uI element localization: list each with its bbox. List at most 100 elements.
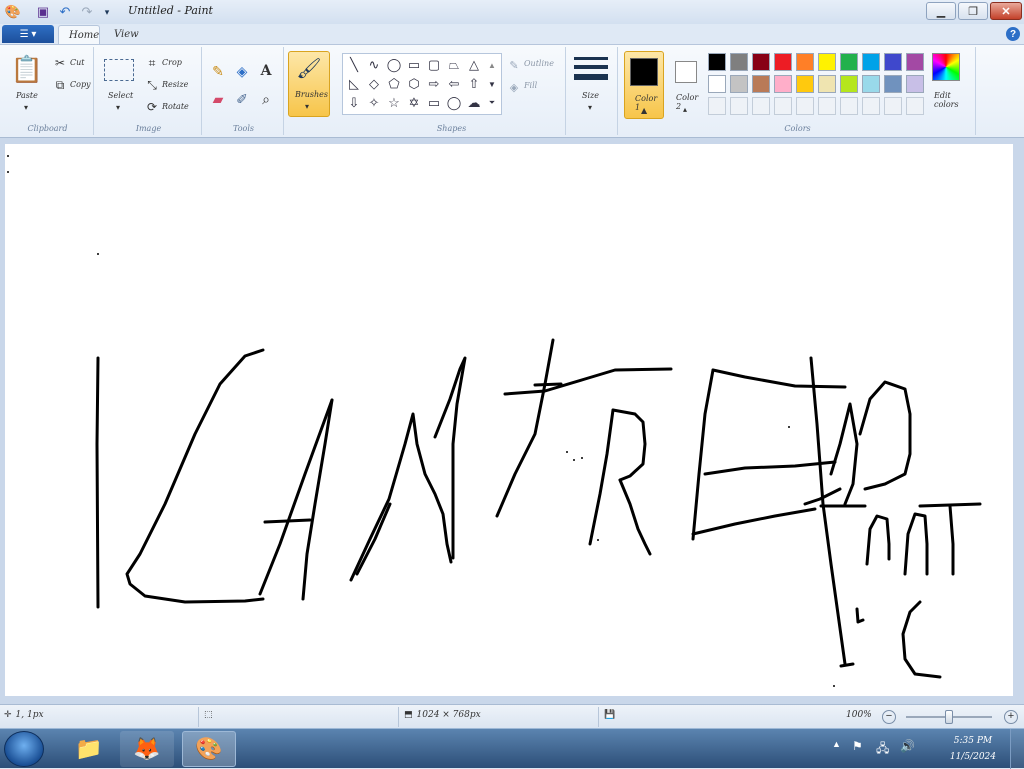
palette-color-swatch[interactable] — [818, 53, 836, 71]
custom-color-slot[interactable] — [862, 97, 880, 115]
down-arrow-shape-icon[interactable]: ⇩ — [345, 94, 363, 112]
paste-icon[interactable]: 📋 — [11, 53, 43, 85]
redo-icon[interactable]: ↷ — [78, 3, 96, 21]
custom-color-slot[interactable] — [840, 97, 858, 115]
zoom-in-button[interactable]: + — [1004, 710, 1018, 724]
clock[interactable]: 5:35 PM 11/5/2024 — [950, 733, 996, 765]
paint-taskbar-icon[interactable]: 🎨 — [182, 731, 236, 767]
outline-icon[interactable]: ✎ — [504, 55, 524, 75]
edit-colors-label[interactable]: Edit colors — [934, 91, 975, 109]
crop-icon[interactable]: ⌗ — [142, 53, 162, 73]
fill-icon[interactable]: ◈ — [232, 61, 252, 81]
custom-color-slot[interactable] — [796, 97, 814, 115]
rectangle-shape-icon[interactable]: ▭ — [405, 56, 423, 74]
network-icon[interactable]: 🖧 — [876, 739, 889, 760]
show-desktop-button[interactable] — [1010, 729, 1024, 769]
palette-color-swatch[interactable] — [818, 75, 836, 93]
up-arrow-shape-icon[interactable]: ⇧ — [465, 75, 483, 93]
palette-color-swatch[interactable] — [906, 75, 924, 93]
shapes-more-icon[interactable]: ⏷ — [485, 94, 499, 112]
palette-color-swatch[interactable] — [796, 53, 814, 71]
copy-icon[interactable]: ⧉ — [50, 75, 70, 95]
crop-label[interactable]: Crop — [162, 58, 182, 67]
tab-home[interactable]: Home — [58, 25, 100, 44]
cut-label[interactable]: Cut — [70, 58, 85, 67]
zoom-slider-thumb[interactable] — [945, 710, 953, 724]
shapes-scroll-down-icon[interactable]: ▼ — [485, 75, 499, 93]
palette-color-swatch[interactable] — [840, 75, 858, 93]
rounded-callout-shape-icon[interactable]: ▭ — [425, 94, 443, 112]
magnifier-icon[interactable]: ⌕ — [256, 89, 276, 109]
palette-color-swatch[interactable] — [730, 53, 748, 71]
paste-dropdown-icon[interactable]: ▾ — [24, 103, 28, 112]
right-arrow-shape-icon[interactable]: ⇨ — [425, 75, 443, 93]
diamond-shape-icon[interactable]: ◇ — [365, 75, 383, 93]
palette-color-swatch[interactable] — [774, 53, 792, 71]
oval-callout-shape-icon[interactable]: ◯ — [445, 94, 463, 112]
restore-button[interactable]: ❐ — [958, 2, 988, 20]
fill-label[interactable]: Fill — [524, 81, 537, 90]
outline-label[interactable]: Outline — [524, 59, 554, 68]
rotate-icon[interactable]: ⟳ — [142, 97, 162, 117]
palette-color-swatch[interactable] — [906, 53, 924, 71]
palette-color-swatch[interactable] — [840, 53, 858, 71]
close-button[interactable]: ✕ — [990, 2, 1022, 20]
custom-color-slot[interactable] — [818, 97, 836, 115]
select-dropdown-icon[interactable]: ▾ — [116, 103, 120, 112]
curve-shape-icon[interactable]: ∿ — [365, 56, 383, 74]
edit-colors-icon[interactable] — [932, 53, 960, 81]
left-arrow-shape-icon[interactable]: ⇦ — [445, 75, 463, 93]
cut-icon[interactable]: ✂ — [50, 53, 70, 73]
undo-icon[interactable]: ↶ — [56, 3, 74, 21]
drawing-canvas[interactable] — [5, 144, 1013, 696]
pentagon-shape-icon[interactable]: ⬠ — [385, 75, 403, 93]
custom-color-slot[interactable] — [884, 97, 902, 115]
tab-view[interactable]: View — [104, 25, 149, 44]
start-button[interactable] — [4, 731, 44, 767]
triangle-shape-icon[interactable]: △ — [465, 56, 483, 74]
fill-shape-icon[interactable]: ◈ — [504, 77, 524, 97]
copy-label[interactable]: Copy — [70, 80, 91, 89]
palette-color-swatch[interactable] — [862, 75, 880, 93]
select-label[interactable]: Select — [108, 91, 133, 100]
size-dropdown-icon[interactable]: ▾ — [588, 103, 592, 112]
right-triangle-shape-icon[interactable]: ◺ — [345, 75, 363, 93]
save-icon[interactable]: ▣ — [34, 3, 52, 21]
custom-color-slot[interactable] — [774, 97, 792, 115]
brushes-button[interactable]: 🖌 Brushes ▾ — [288, 51, 330, 117]
paste-label[interactable]: Paste — [16, 91, 38, 100]
eraser-icon[interactable]: ▰ — [208, 89, 228, 109]
shapes-scroll-up-icon[interactable]: ▲ — [485, 56, 499, 74]
pencil-icon[interactable]: ✎ — [208, 61, 228, 81]
palette-color-swatch[interactable] — [774, 75, 792, 93]
minimize-button[interactable]: ▁ — [926, 2, 956, 20]
custom-color-slot[interactable] — [906, 97, 924, 115]
six-point-star-shape-icon[interactable]: ✡ — [405, 94, 423, 112]
size-label[interactable]: Size — [582, 91, 599, 100]
palette-color-swatch[interactable] — [796, 75, 814, 93]
oval-shape-icon[interactable]: ◯ — [385, 56, 403, 74]
resize-icon[interactable]: ⤡ — [142, 75, 162, 95]
hexagon-shape-icon[interactable]: ⬡ — [405, 75, 423, 93]
help-icon[interactable]: ? — [1006, 27, 1020, 41]
windows-explorer-taskbar-icon[interactable]: 📁 — [62, 731, 116, 767]
palette-color-swatch[interactable] — [884, 53, 902, 71]
rounded-rectangle-shape-icon[interactable]: ▢ — [425, 56, 443, 74]
custom-color-slot[interactable] — [708, 97, 726, 115]
palette-color-swatch[interactable] — [884, 75, 902, 93]
rotate-label[interactable]: Rotate — [162, 102, 189, 111]
custom-color-slot[interactable] — [752, 97, 770, 115]
custom-color-slot[interactable] — [730, 97, 748, 115]
polygon-shape-icon[interactable]: ⏢ — [445, 56, 463, 74]
firefox-taskbar-icon[interactable]: 🦊 — [120, 731, 174, 767]
palette-color-swatch[interactable] — [862, 53, 880, 71]
volume-icon[interactable]: 🔊 — [900, 739, 915, 753]
action-center-icon[interactable]: ⚑ — [852, 739, 863, 753]
zoom-out-button[interactable]: − — [882, 710, 896, 724]
cloud-callout-shape-icon[interactable]: ☁ — [465, 94, 483, 112]
select-icon[interactable] — [104, 59, 134, 81]
color-picker-icon[interactable]: ✐ — [232, 89, 252, 109]
text-icon[interactable]: A — [256, 61, 276, 81]
color2-button[interactable]: Color 2 ▴ — [670, 51, 704, 119]
resize-label[interactable]: Resize — [162, 80, 188, 89]
